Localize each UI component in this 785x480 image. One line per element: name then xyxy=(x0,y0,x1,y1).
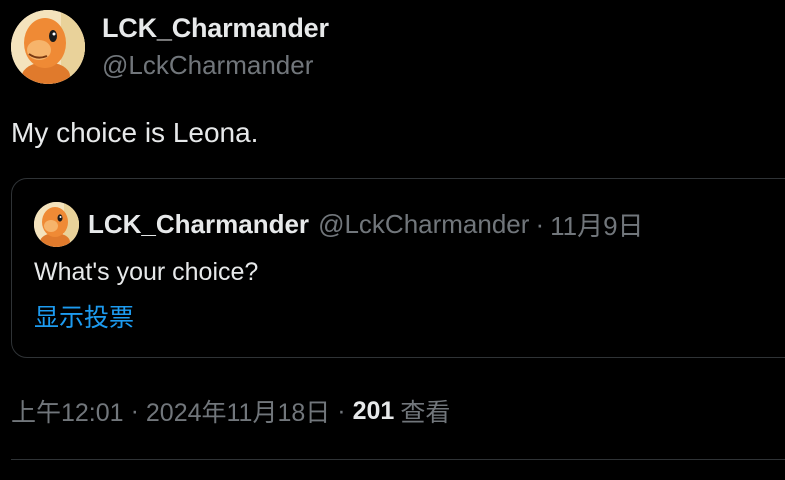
author-row: LCK_Charmander @LckCharmander xyxy=(11,9,329,85)
charmander-avatar-icon xyxy=(11,10,85,84)
meta-separator: · xyxy=(130,396,139,425)
tweet-time[interactable]: 上午12:01 xyxy=(11,393,124,429)
tweet-text: My choice is Leona. xyxy=(11,117,259,148)
author-handle[interactable]: @LckCharmander xyxy=(102,47,329,83)
quoted-tweet-display-name[interactable]: LCK_Charmander xyxy=(88,209,309,240)
views-count[interactable]: 201 xyxy=(353,397,395,426)
divider xyxy=(11,459,785,460)
tweet-date[interactable]: 2024年11月18日 xyxy=(146,393,330,429)
quoted-tweet-text: What's your choice? xyxy=(34,258,259,286)
views-label[interactable]: 查看 xyxy=(400,393,450,429)
quoted-tweet-separator: · xyxy=(535,208,545,239)
quoted-tweet-avatar[interactable] xyxy=(34,201,79,247)
show-poll-link[interactable]: 显示投票 xyxy=(34,301,134,335)
tweet-meta: 上午12:01 · 2024年11月18日 · 201 查看 xyxy=(11,393,450,429)
quoted-tweet-date[interactable]: 11月9日 xyxy=(550,206,643,243)
author-text: LCK_Charmander @LckCharmander xyxy=(102,11,329,83)
quoted-tweet-card[interactable]: LCK_Charmander @LckCharmander · 11月9日 Wh… xyxy=(11,178,785,358)
tweet: LCK_Charmander @LckCharmander My choice … xyxy=(0,0,785,480)
quoted-tweet-header: LCK_Charmander @LckCharmander · 11月9日 xyxy=(34,201,644,247)
author-display-name[interactable]: LCK_Charmander xyxy=(102,11,329,45)
author-avatar[interactable] xyxy=(11,10,85,84)
charmander-avatar-icon xyxy=(34,201,79,247)
meta-separator: · xyxy=(337,396,346,425)
quoted-tweet-handle[interactable]: @LckCharmander xyxy=(318,209,529,240)
